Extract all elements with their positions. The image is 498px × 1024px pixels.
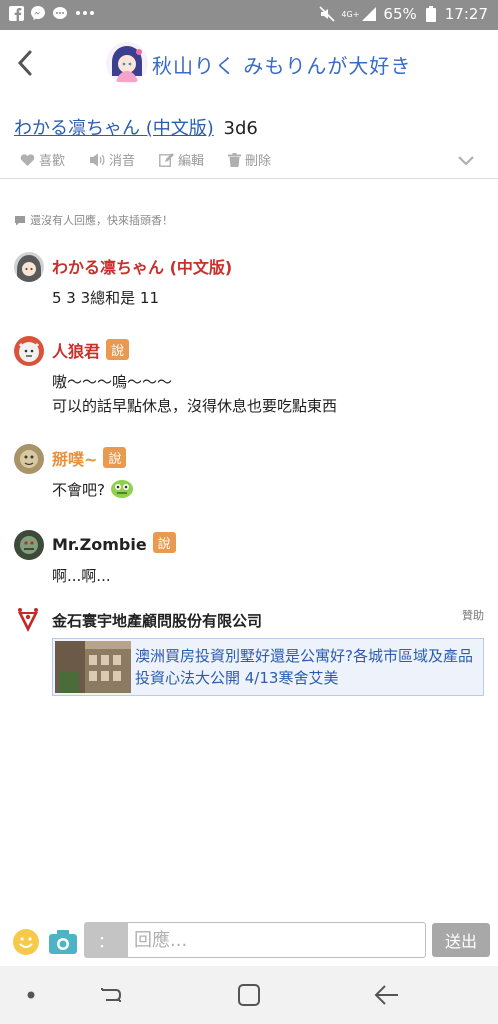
post-content: 3d6 <box>223 118 258 139</box>
reply-bar: ： 送出 <box>0 918 498 964</box>
comment-avatar[interactable] <box>14 336 44 366</box>
delete-button[interactable]: 刪除 <box>228 150 271 169</box>
advertiser-logo[interactable] <box>14 606 42 634</box>
page-title: 秋山りく みもりんが大好き <box>152 54 412 78</box>
comment-avatar[interactable] <box>14 252 44 282</box>
mute-icon <box>319 6 335 22</box>
app-header: 秋山りく みもりんが大好き <box>0 30 498 96</box>
camera-icon <box>49 930 77 954</box>
battery-icon <box>423 6 439 22</box>
comment-avatar[interactable] <box>14 530 44 560</box>
heart-icon <box>20 153 35 166</box>
signal-icon <box>361 6 377 22</box>
chat-icon <box>52 5 68 21</box>
post-title: わかる凛ちゃん (中文版) 3d6 <box>14 114 258 140</box>
recent-apps-button[interactable] <box>96 982 126 1008</box>
sponsored-label: 贊助 <box>462 609 484 622</box>
send-button[interactable]: 送出 <box>432 923 490 957</box>
nav-dot-button[interactable] <box>16 982 46 1008</box>
comment-author-name: 掰噗~ <box>52 450 98 469</box>
ad-headline: 澳洲買房投資別墅好還是公寓好?各城市區域及產品投資心法大公開 4/13寒舍艾美 <box>135 647 473 687</box>
comment-body: 啊...啊... <box>52 564 111 588</box>
status-bar: 4G+ 65% 17:27 <box>0 0 498 30</box>
says-badge: 說 <box>106 339 130 360</box>
says-badge: 說 <box>103 447 127 468</box>
post-actions: 喜歡 消音 編輯 刪除 <box>20 150 271 169</box>
comment-line: 啊...啊... <box>52 567 111 585</box>
comment-line: 不會吧? <box>52 478 134 502</box>
clock: 17:27 <box>444 5 488 23</box>
network-type: 4G+ <box>341 9 360 19</box>
messenger-icon <box>30 5 46 21</box>
comment-body: 不會吧? <box>52 478 134 502</box>
emoticon-icon <box>110 480 133 498</box>
header-avatar[interactable] <box>106 42 148 84</box>
comment-line: 嗷～～～嗚～～～ <box>52 373 173 391</box>
comment-author-name: わかる凛ちゃん (中文版) <box>52 258 233 277</box>
comment-author[interactable]: わかる凛ちゃん (中文版) <box>52 254 232 278</box>
dot-icon <box>27 991 35 999</box>
reply-input[interactable] <box>128 922 426 958</box>
hint-text: 還沒有人回應，快來插頭香！ <box>30 214 173 227</box>
battery-percent: 65% <box>383 5 417 23</box>
mute-label: 消音 <box>109 154 136 169</box>
back-arrow-icon <box>374 985 398 1005</box>
edit-label: 編輯 <box>178 154 205 169</box>
post-author-link[interactable]: わかる凛ちゃん (中文版) <box>14 118 214 139</box>
comment-author[interactable]: Mr.Zombie 說 <box>52 532 176 554</box>
emoji-button[interactable] <box>12 928 40 956</box>
comment-body: 5 3 3總和是 11 <box>52 286 159 310</box>
home-square-icon <box>238 984 260 1006</box>
recent-apps-icon <box>101 988 122 1002</box>
comment-author[interactable]: 掰噗~ 說 <box>52 446 127 470</box>
edit-icon <box>159 152 175 167</box>
facebook-icon <box>8 5 24 21</box>
comment-line: 可以的話早點休息，沒得休息也要吃點東西 <box>52 397 338 415</box>
home-button[interactable] <box>234 982 264 1008</box>
says-badge: 說 <box>152 532 176 553</box>
expand-button[interactable] <box>456 150 476 170</box>
status-left-icons <box>8 5 96 21</box>
no-reply-hint: 還沒有人回應，快來插頭香！ <box>14 212 173 228</box>
ad-card[interactable]: 澳洲買房投資別墅好還是公寓好?各城市區域及產品投資心法大公開 4/13寒舍艾美 <box>52 638 484 696</box>
comment-avatar[interactable] <box>14 444 44 474</box>
divider <box>0 178 498 179</box>
speaker-icon <box>90 153 105 166</box>
chevron-down-icon <box>458 156 474 166</box>
like-button[interactable]: 喜歡 <box>20 150 65 169</box>
edit-button[interactable]: 編輯 <box>159 150 204 169</box>
comment-line-text: 不會吧? <box>52 481 110 499</box>
status-right: 4G+ 65% 17:27 <box>319 5 488 23</box>
back-nav-button[interactable] <box>372 982 402 1008</box>
comment-author[interactable]: 人狼君說 <box>52 338 130 362</box>
chevron-left-icon <box>17 50 32 76</box>
ad-thumbnail <box>55 641 131 693</box>
back-button[interactable] <box>12 46 40 80</box>
comment-author-name: Mr.Zombie <box>52 535 147 554</box>
comment-body: 嗷～～～嗚～～～ 可以的話早點休息，沒得休息也要吃點東西 <box>52 370 337 418</box>
comment-author-name: 人狼君 <box>52 342 101 361</box>
comment-line: 5 3 3總和是 11 <box>52 289 160 307</box>
delete-label: 刪除 <box>245 154 272 169</box>
system-nav-bar <box>0 966 498 1024</box>
smiley-icon <box>13 929 39 955</box>
mute-button[interactable]: 消音 <box>89 150 135 169</box>
qualifier-selector[interactable]: ： <box>84 922 128 958</box>
like-label: 喜歡 <box>39 154 66 169</box>
speech-bubble-icon <box>15 215 25 225</box>
trash-icon <box>228 152 242 167</box>
advertiser-name[interactable]: 金石寰宇地產顧問股份有限公司 <box>52 610 262 631</box>
more-dots-icon <box>74 5 96 21</box>
camera-button[interactable] <box>48 928 78 956</box>
